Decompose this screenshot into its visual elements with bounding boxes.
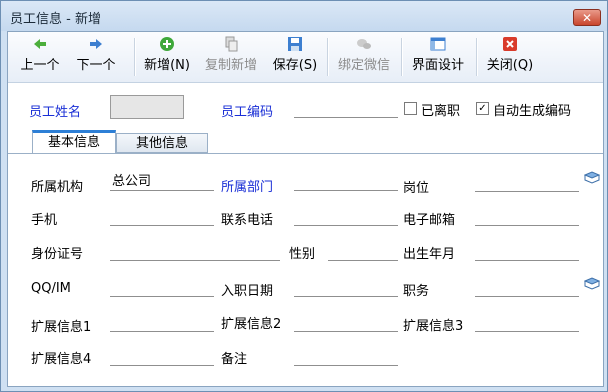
ext4-label: 扩展信息4 — [31, 352, 92, 367]
dialog-window: 员工信息 - 新增 ✕ 上一个 下一个 新增(N) 复制新增 保存(S) 绑定微… — [0, 0, 608, 392]
ext2-label: 扩展信息2 — [221, 317, 282, 332]
save-icon — [288, 37, 302, 51]
mobile-input[interactable] — [110, 208, 214, 226]
phone-input[interactable] — [294, 208, 398, 226]
toolbar-separator — [327, 38, 329, 76]
auto-code-checkbox[interactable]: ✓ — [476, 102, 489, 115]
resigned-checkbox[interactable] — [404, 102, 417, 115]
phone-label: 联系电话 — [221, 213, 274, 228]
wechat-icon — [357, 39, 371, 49]
idcard-label: 身份证号 — [31, 247, 84, 262]
ext1-input[interactable] — [110, 314, 214, 332]
birth-input[interactable] — [475, 243, 579, 261]
mobile-label: 手机 — [31, 213, 58, 228]
client-area: 上一个 下一个 新增(N) 复制新增 保存(S) 绑定微信 界面设计 关闭(Q)… — [7, 31, 604, 387]
toolbar-separator — [401, 38, 403, 76]
lookup-book-icon[interactable] — [584, 171, 600, 185]
idcard-input[interactable] — [110, 243, 280, 261]
org-label: 所属机构 — [31, 180, 84, 195]
close-icon[interactable]: ✕ — [573, 9, 601, 26]
prev-label: 上一个 — [20, 58, 60, 73]
ext2-input[interactable] — [294, 314, 398, 332]
join-date-input[interactable] — [294, 279, 398, 297]
employee-code-label: 员工编码 — [221, 105, 274, 120]
remark-label: 备注 — [221, 352, 248, 367]
resigned-label: 已离职 — [421, 104, 461, 119]
qq-label: QQ/IM — [31, 281, 71, 296]
post-label: 岗位 — [403, 181, 430, 196]
arrow-right-icon — [90, 39, 102, 49]
ui-design-button[interactable]: 界面设计 — [409, 36, 467, 78]
ext3-label: 扩展信息3 — [403, 319, 464, 334]
email-input[interactable] — [475, 208, 579, 226]
gender-label: 性别 — [289, 247, 316, 262]
add-button[interactable]: 新增(N) — [142, 36, 192, 78]
next-button[interactable]: 下一个 — [74, 36, 118, 78]
prev-button[interactable]: 上一个 — [18, 36, 62, 78]
save-button[interactable]: 保存(S) — [271, 36, 319, 78]
post-input[interactable] — [475, 174, 579, 192]
ui-design-label: 界面设计 — [411, 58, 464, 73]
window-title: 员工信息 - 新增 — [10, 12, 101, 27]
auto-code-label: 自动生成编码 — [493, 104, 572, 119]
org-input[interactable]: 总公司 — [110, 173, 214, 191]
arrow-left-icon — [34, 39, 46, 49]
employee-name-label: 员工姓名 — [29, 105, 82, 120]
duty-label: 职务 — [403, 284, 430, 299]
save-label: 保存(S) — [272, 58, 318, 73]
lookup-book-icon[interactable] — [584, 277, 600, 291]
qq-input[interactable] — [110, 279, 214, 297]
bind-wechat-label: 绑定微信 — [337, 58, 390, 73]
tab-basic-info[interactable]: 基本信息 — [32, 130, 116, 153]
title-bar[interactable]: 员工信息 - 新增 ✕ — [1, 1, 607, 31]
join-date-label: 入职日期 — [221, 284, 274, 299]
next-label: 下一个 — [76, 58, 116, 73]
tab-other-info[interactable]: 其他信息 — [116, 133, 208, 153]
ext4-input[interactable] — [110, 348, 214, 366]
plus-circle-icon — [160, 37, 174, 51]
toolbar-separator — [476, 38, 478, 76]
layout-icon — [430, 37, 446, 51]
employee-name-input[interactable] — [110, 95, 184, 119]
dept-label: 所属部门 — [221, 180, 274, 195]
bind-wechat-button[interactable]: 绑定微信 — [335, 36, 393, 78]
email-label: 电子邮箱 — [403, 213, 456, 228]
employee-code-input[interactable] — [294, 100, 398, 118]
dept-input[interactable] — [294, 173, 398, 191]
ext1-label: 扩展信息1 — [31, 320, 92, 335]
copy-add-label: 复制新增 — [204, 58, 257, 73]
close-button[interactable]: 关闭(Q) — [484, 36, 536, 78]
remark-input[interactable] — [294, 348, 398, 366]
copy-add-button[interactable]: 复制新增 — [201, 36, 261, 78]
copy-icon — [225, 36, 238, 52]
tab-divider — [8, 153, 603, 154]
close-label: 关闭(Q) — [486, 58, 534, 73]
close-red-icon — [503, 37, 517, 51]
toolbar-separator — [134, 38, 136, 76]
gender-input[interactable] — [328, 243, 398, 261]
birth-label: 出生年月 — [403, 247, 456, 262]
add-label: 新增(N) — [144, 58, 190, 73]
ext3-input[interactable] — [475, 314, 579, 332]
duty-input[interactable] — [475, 279, 579, 297]
toolbar: 上一个 下一个 新增(N) 复制新增 保存(S) 绑定微信 界面设计 关闭(Q) — [8, 32, 603, 83]
